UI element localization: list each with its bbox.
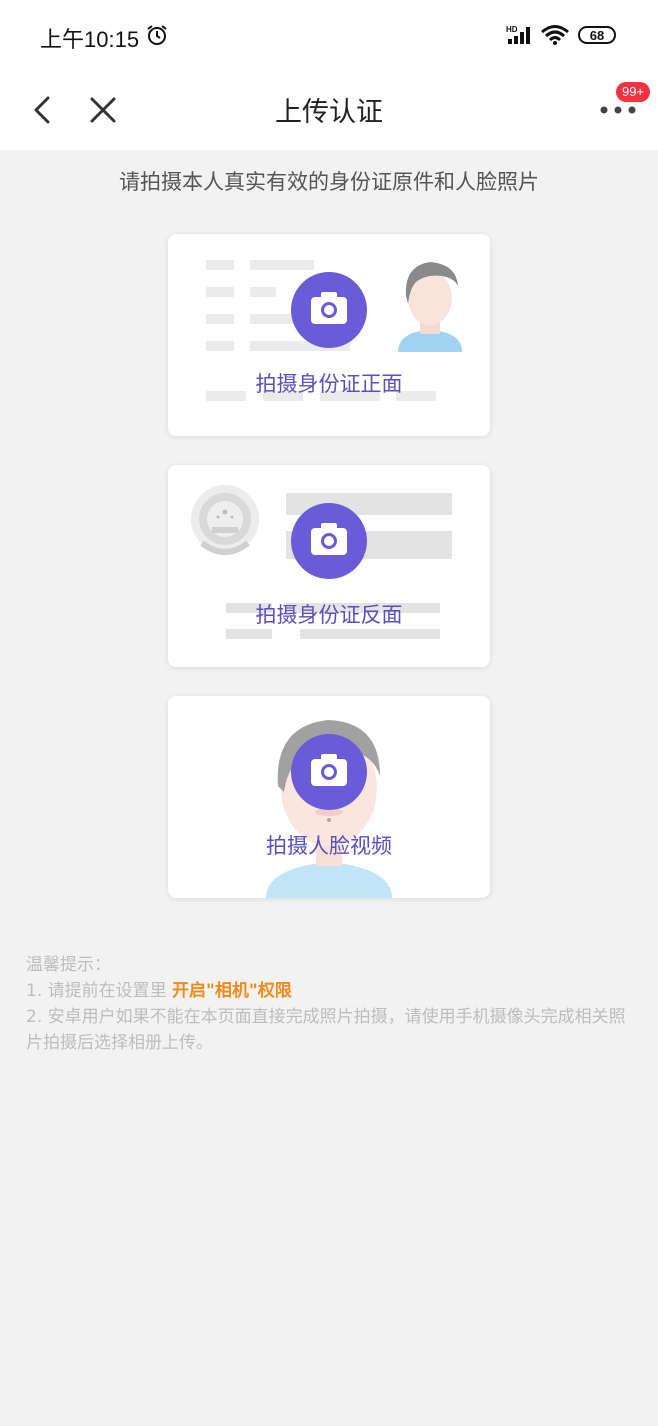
- tip-item-1: 1. 请提前在设置里 开启"相机"权限: [26, 978, 636, 1004]
- face-video-label: 拍摄人脸视频: [266, 834, 392, 858]
- page-title: 上传认证: [275, 97, 383, 128]
- face-video-card[interactable]: 拍摄人脸视频: [168, 696, 490, 898]
- alarm-icon: [147, 25, 167, 45]
- id-front-card[interactable]: 拍摄身份证正面: [168, 234, 490, 436]
- network-type: HD: [506, 25, 518, 34]
- avatar-icon: [398, 262, 462, 352]
- wifi-icon: [541, 25, 569, 45]
- notification-badge: 99+: [616, 82, 650, 102]
- more-icon[interactable]: [596, 100, 640, 120]
- signal-icon: HD: [506, 25, 530, 44]
- nav-bar: 上传认证 99+: [0, 72, 658, 150]
- id-front-label: 拍摄身份证正面: [255, 372, 403, 396]
- tips-title: 温馨提示：: [26, 955, 111, 975]
- id-back-label: 拍摄身份证反面: [255, 603, 403, 627]
- camera-permission-link[interactable]: 开启"相机"权限: [172, 981, 292, 1001]
- id-back-card[interactable]: 拍摄身份证反面: [168, 465, 490, 667]
- emblem-icon: [191, 485, 259, 555]
- battery-indicator: 68: [578, 26, 616, 44]
- instruction-text: 请拍摄本人真实有效的身份证原件和人脸照片: [119, 170, 539, 194]
- tips-section: 温馨提示： 1. 请提前在设置里 开启"相机"权限 2. 安卓用户如果不能在本页…: [26, 952, 636, 1056]
- tip-item-2: 2. 安卓用户如果不能在本页面直接完成照片拍摄，请使用手机摄像头完成相关照片拍摄…: [26, 1007, 626, 1053]
- camera-icon[interactable]: [289, 732, 369, 812]
- tip-1-text: 1. 请提前在设置里: [26, 981, 173, 1001]
- camera-icon[interactable]: [289, 501, 369, 581]
- status-time: 上午10:15: [40, 27, 140, 52]
- camera-icon[interactable]: [289, 270, 369, 350]
- status-bar: 上午10:15 HD 68: [0, 0, 658, 72]
